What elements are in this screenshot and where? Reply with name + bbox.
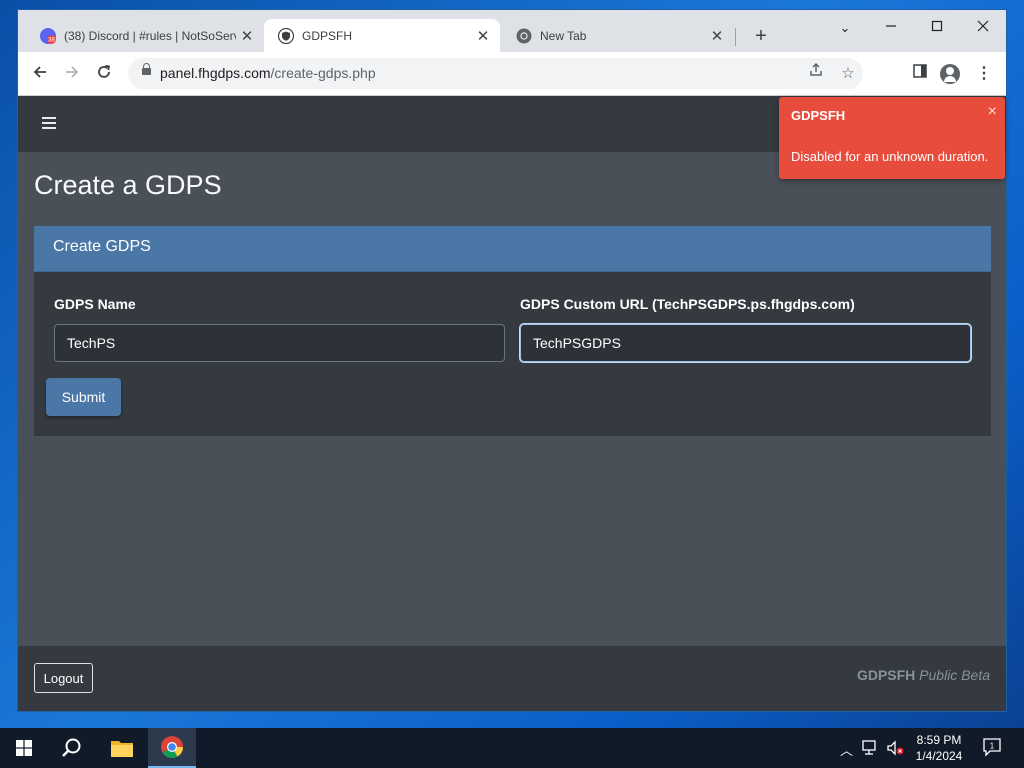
tab-discord[interactable]: 38 (38) Discord | #rules | NotSoServ ✕ — [26, 19, 264, 52]
arrow-left-icon — [33, 66, 46, 78]
chrome-logo-icon — [161, 736, 183, 758]
tab-gdpsfh[interactable]: GDPSFH ✕ — [264, 19, 500, 52]
clock-time: 8:59 PM — [916, 733, 962, 747]
notification-count: 1 — [990, 742, 995, 751]
notification-center-icon[interactable]: 1 — [982, 737, 1004, 760]
file-explorer-button[interactable] — [98, 728, 146, 768]
minimize-icon — [886, 25, 896, 27]
share-icon[interactable] — [804, 62, 828, 86]
arrow-right-icon — [66, 66, 79, 78]
new-tab-button[interactable]: + — [748, 24, 774, 50]
tab-title: New Tab — [540, 28, 587, 43]
profile-avatar-icon[interactable] — [940, 64, 960, 84]
tab-search-icon[interactable]: ⌄ — [822, 14, 868, 44]
reload-icon — [98, 64, 111, 78]
forward-button[interactable] — [59, 61, 85, 87]
start-button[interactable] — [0, 728, 48, 768]
gdps-name-label: GDPS Name — [54, 296, 136, 312]
web-page: Create a GDPS Create GDPS GDPS Name GDPS… — [18, 96, 1006, 711]
url-text: panel.fhgdps.com/create-gdps.php — [160, 65, 376, 81]
card-title: Create GDPS — [53, 238, 151, 255]
network-icon[interactable] — [862, 740, 880, 759]
close-tab-icon[interactable]: ✕ — [472, 27, 494, 45]
hamburger-menu-icon[interactable] — [42, 117, 56, 129]
page-title: Create a GDPS — [34, 170, 222, 200]
tab-strip: 38 (38) Discord | #rules | NotSoServ ✕ G… — [18, 10, 1006, 52]
side-panel-icon[interactable] — [907, 61, 933, 87]
logout-button[interactable]: Logout — [34, 663, 93, 693]
reload-button[interactable] — [91, 61, 117, 87]
volume-muted-icon[interactable] — [886, 740, 904, 759]
card-header: Create GDPS — [34, 226, 991, 272]
discord-icon: 38 — [40, 27, 56, 44]
close-window-button[interactable] — [960, 14, 1006, 44]
address-bar[interactable]: panel.fhgdps.com/create-gdps.php ☆ — [128, 58, 863, 89]
create-gdps-card: Create GDPS GDPS Name GDPS Custom URL (T… — [34, 226, 991, 436]
toast-close-icon[interactable]: × — [988, 103, 997, 121]
close-icon — [977, 20, 989, 32]
gdps-name-input[interactable] — [54, 324, 505, 362]
search-icon — [62, 738, 81, 757]
toast-title: GDPSFH — [791, 108, 846, 123]
footer-brand: GDPSFH Public Beta — [856, 667, 990, 683]
tab-title: GDPSFH — [302, 28, 353, 43]
toast-message: Disabled for an unknown duration. — [791, 149, 989, 164]
maximize-icon — [931, 20, 943, 32]
page-footer: Logout GDPSFH Public Beta — [18, 646, 1006, 711]
taskbar-clock[interactable]: 8:59 PM 1/4/2024 — [910, 732, 968, 764]
tab-new-tab[interactable]: New Tab ✕ — [502, 19, 734, 52]
minimize-button[interactable] — [868, 14, 914, 44]
shield-icon — [278, 27, 294, 44]
gdps-url-input[interactable] — [520, 324, 971, 362]
tab-separator — [735, 28, 736, 46]
tab-title: (38) Discord | #rules | NotSoServ — [64, 28, 236, 43]
gdps-url-label: GDPS Custom URL (TechPSGDPS.ps.fhgdps.co… — [520, 296, 855, 312]
folder-icon — [111, 741, 133, 757]
notification-toast: GDPSFH × Disabled for an unknown duratio… — [779, 97, 1005, 179]
back-button[interactable] — [27, 61, 53, 87]
submit-button[interactable]: Submit — [46, 378, 121, 416]
svg-text:38: 38 — [48, 37, 55, 43]
chrome-taskbar-button[interactable] — [148, 728, 196, 768]
taskbar: ︿ 8:59 PM 1/4/2024 1 — [0, 728, 1024, 768]
maximize-button[interactable] — [914, 14, 960, 44]
close-tab-icon[interactable]: ✕ — [706, 27, 728, 45]
taskbar-search-button[interactable] — [48, 728, 96, 768]
chrome-icon — [516, 28, 532, 43]
clock-date: 1/4/2024 — [915, 749, 963, 763]
tray-chevron-icon[interactable]: ︿ — [840, 740, 853, 759]
bookmark-star-icon[interactable]: ☆ — [836, 62, 860, 86]
lock-icon — [142, 63, 151, 75]
close-tab-icon[interactable]: ✕ — [236, 27, 258, 45]
browser-toolbar: panel.fhgdps.com/create-gdps.php ☆ ⋮ — [18, 52, 1006, 96]
windows-logo-icon — [16, 740, 32, 756]
menu-kebab-icon[interactable]: ⋮ — [971, 61, 997, 87]
